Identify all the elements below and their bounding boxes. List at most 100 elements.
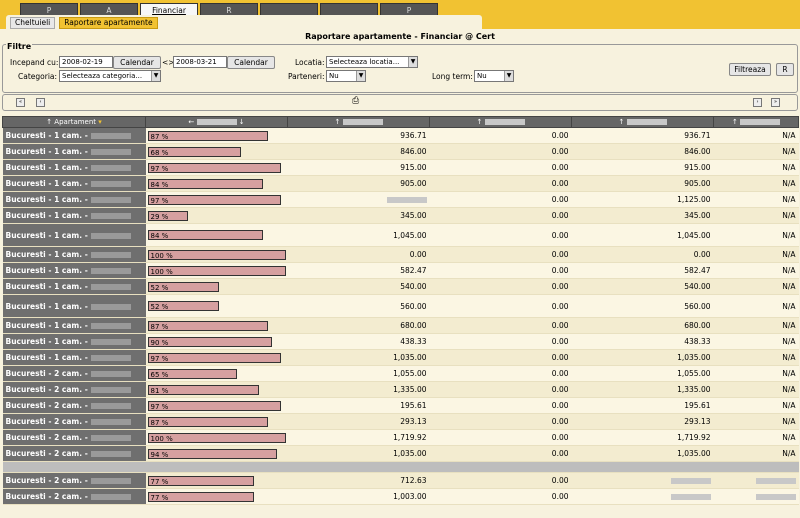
table-row[interactable]: Bucuresti - 1 cam. - 52 % 540.00 0.00 540.00… <box>2 278 799 295</box>
occupancy-cell: 68 % <box>145 143 288 160</box>
redacted-value <box>386 197 427 203</box>
apartment-name-text: Bucuresti - 1 cam. - <box>5 250 88 259</box>
apartment-name[interactable]: Bucuresti - 1 cam. - <box>2 175 146 192</box>
first-page-icon[interactable]: « <box>16 98 25 107</box>
apartment-name[interactable]: Bucuresti - 1 cam. - <box>2 207 146 224</box>
table-row[interactable]: Bucuresti - 2 cam. - 77 % 1,003.00 0.00 <box>2 488 799 505</box>
redacted-text <box>90 232 131 239</box>
table-row[interactable]: Bucuresti - 1 cam. - 87 % 680.00 0.00 680.00… <box>2 317 799 334</box>
table-row[interactable]: Bucuresti - 1 cam. - 52 % 560.00 0.00 560.00… <box>2 294 799 318</box>
value-cell-4: N/A <box>713 246 799 263</box>
value-cell-2: 0.00 <box>429 159 572 176</box>
apartment-name[interactable]: Bucuresti - 1 cam. - <box>2 143 146 160</box>
table-row[interactable]: Bucuresti - 1 cam. - 90 % 438.33 0.00 438.33… <box>2 333 799 350</box>
table-row[interactable]: Bucuresti - 2 cam. - 81 % 1,335.00 0.00 1,33… <box>2 381 799 398</box>
apartment-name[interactable]: Bucuresti - 1 cam. - <box>2 349 146 366</box>
next-page-icon[interactable]: › <box>753 98 762 107</box>
apartment-name[interactable]: Bucuresti - 1 cam. - <box>2 262 146 279</box>
table-row[interactable]: Bucuresti - 2 cam. - 65 % 1,055.00 0.00 1,05… <box>2 365 799 382</box>
location-select[interactable]: Selecteaza locatia... ▼ <box>326 56 418 68</box>
table-row[interactable]: Bucuresti - 1 cam. - 97 % 915.00 0.00 915.00… <box>2 159 799 176</box>
table-row[interactable]: Bucuresti - 1 cam. - 84 % 905.00 0.00 905.00… <box>2 175 799 192</box>
column-header-3[interactable]: ↑ <box>287 116 430 128</box>
table-row[interactable]: Bucuresti - 2 cam. - 94 % 1,035.00 0.00 1,03… <box>2 445 799 462</box>
filter-button[interactable]: Filtreaza <box>729 63 771 76</box>
column-header-2[interactable]: ← ↓ <box>145 116 288 128</box>
value-cell-3: 846.00 <box>571 143 714 160</box>
occupancy-cell: 97 % <box>145 159 288 176</box>
occupancy-bar: 84 % <box>147 230 264 240</box>
partners-select[interactable]: Nu ▼ <box>326 70 366 82</box>
table-row[interactable]: Bucuresti - 2 cam. -100 % 1,719.92 0.00 1,7… <box>2 429 799 446</box>
apartment-name[interactable]: Bucuresti - 2 cam. - <box>2 413 146 430</box>
table-header: ↑ Apartament ▾ ← ↓ ↑ ↑ ↑ ↑ <box>2 116 799 128</box>
apartment-name[interactable]: Bucuresti - 1 cam. - <box>2 333 146 350</box>
category-select[interactable]: Selecteaza categoria... ▼ <box>59 70 161 82</box>
apartment-name-text: Bucuresti - 1 cam. - <box>5 301 88 311</box>
table-row[interactable]: Bucuresti - 1 cam. - 84 % 1,045.00 0.00 1,04… <box>2 223 799 247</box>
value-cell-1: 1,335.00 <box>287 381 430 398</box>
apartment-name[interactable]: Bucuresti - 2 cam. - <box>2 445 146 462</box>
start-date-input[interactable]: 2008-02-19 <box>59 56 113 68</box>
table-row[interactable]: Bucuresti - 1 cam. - 97 % 1,035.00 0.00 1,03… <box>2 349 799 366</box>
apartment-name[interactable]: Bucuresti - 2 cam. - <box>2 429 146 446</box>
print-icon[interactable]: ⎙ <box>352 96 362 106</box>
apartment-name[interactable]: Bucuresti - 2 cam. - <box>2 365 146 382</box>
reset-button[interactable]: R <box>776 63 794 76</box>
end-calendar-button[interactable]: Calendar <box>227 56 275 69</box>
table-row[interactable]: Bucuresti - 1 cam. - 87 % 936.71 0.00 936.71… <box>2 127 799 144</box>
apartment-name[interactable]: Bucuresti - 1 cam. - <box>2 246 146 263</box>
table-row[interactable]: Bucuresti - 1 cam. -100 % 582.47 0.00 582.4… <box>2 262 799 279</box>
occupancy-cell: 77 % <box>145 488 288 505</box>
column-header-5[interactable]: ↑ <box>571 116 714 128</box>
apartment-name[interactable]: Bucuresti - 1 cam. - <box>2 278 146 295</box>
value-cell-3: 1,719.92 <box>571 429 714 446</box>
redacted-text <box>90 403 131 409</box>
prev-page-icon[interactable]: ‹ <box>36 98 45 107</box>
last-page-icon[interactable]: » <box>771 98 780 107</box>
value-cell-2: 0.00 <box>429 294 572 318</box>
apartment-name[interactable]: Bucuresti - 2 cam. - <box>2 381 146 398</box>
longterm-select[interactable]: Nu ▼ <box>474 70 514 82</box>
occupancy-bar: 87 % <box>147 130 268 141</box>
apartment-name[interactable]: Bucuresti - 1 cam. - <box>2 223 146 247</box>
occupancy-bar: 97 % <box>147 162 282 173</box>
table-row[interactable]: Bucuresti - 2 cam. - 97 % 195.61 0.00 195.61… <box>2 397 799 414</box>
table-row[interactable]: Bucuresti - 1 cam. -100 % 0.00 0.00 0.00 N/A <box>2 246 799 263</box>
start-calendar-button[interactable]: Calendar <box>113 56 161 69</box>
apartment-name[interactable]: Bucuresti - 1 cam. - <box>2 127 146 144</box>
apartment-name[interactable]: Bucuresti - 1 cam. - <box>2 294 146 318</box>
redacted-text <box>90 213 131 219</box>
apartment-name-text: Bucuresti - 2 cam. - <box>5 417 88 426</box>
value-cell-1: 905.00 <box>287 175 430 192</box>
column-header-apartament[interactable]: ↑ Apartament ▾ <box>2 116 146 128</box>
redacted-text <box>90 339 131 345</box>
table-row[interactable]: Bucuresti - 2 cam. - 87 % 293.13 0.00 293.13… <box>2 413 799 430</box>
end-date-input[interactable]: 2008-03-21 <box>173 56 227 68</box>
apartment-name[interactable]: Bucuresti - 1 cam. - <box>2 159 146 176</box>
table-row[interactable]: Bucuresti - 1 cam. - 97 % 0.00 1,125.00 N/A <box>2 191 799 208</box>
apartment-name[interactable]: Bucuresti - 2 cam. - <box>2 397 146 414</box>
value-cell-1: 0.00 <box>287 246 430 263</box>
occupancy-bar: 29 % <box>147 210 188 221</box>
sort-icon: ↑ <box>618 118 627 126</box>
subtab-raportare-apartamente[interactable]: Raportare apartamente <box>59 17 158 29</box>
value-cell-4: N/A <box>713 278 799 295</box>
value-cell-1: 846.00 <box>287 143 430 160</box>
occupancy-bar: 87 % <box>147 320 268 331</box>
apartment-name[interactable]: Bucuresti - 2 cam. - <box>2 472 146 489</box>
table-row[interactable]: Bucuresti - 1 cam. - 68 % 846.00 0.00 846.00… <box>2 143 799 160</box>
occupancy-bar: 100 % <box>147 249 286 260</box>
subtab-cheltuieli[interactable]: Cheltuieli <box>10 17 56 29</box>
value-cell-2: 0.00 <box>429 413 572 430</box>
apartment-name[interactable]: Bucuresti - 1 cam. - <box>2 191 146 208</box>
table-row[interactable]: Bucuresti - 2 cam. - 77 % 712.63 0.00 <box>2 472 799 489</box>
redacted-text <box>90 303 131 310</box>
apartment-name[interactable]: Bucuresti - 2 cam. - <box>2 488 146 505</box>
column-header-4[interactable]: ↑ <box>429 116 572 128</box>
apartment-name[interactable]: Bucuresti - 1 cam. - <box>2 317 146 334</box>
table-row[interactable]: Bucuresti - 1 cam. - 29 % 345.00 0.00 345.00… <box>2 207 799 224</box>
apartment-name-text: Bucuresti - 2 cam. - <box>5 385 88 394</box>
value-cell-1: 582.47 <box>287 262 430 279</box>
column-header-6[interactable]: ↑ <box>713 116 799 128</box>
